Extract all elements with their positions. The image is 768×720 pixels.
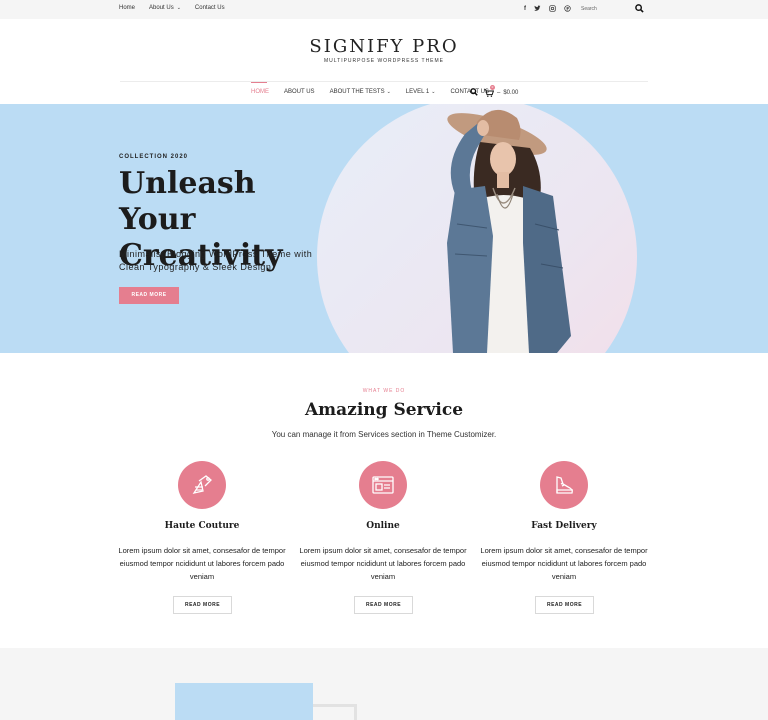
next-section-image-block	[175, 683, 313, 720]
shoe-icon	[556, 476, 573, 494]
hero-eyebrow: COLLECTION 2020	[119, 154, 189, 160]
cart-total: $0.00	[503, 90, 519, 96]
nav-active-indicator	[251, 82, 267, 83]
service-name: Online	[366, 521, 400, 531]
service-name: Haute Couture	[164, 521, 240, 531]
pinterest-icon[interactable]	[564, 5, 571, 15]
chevron-down-icon: ⌄	[431, 89, 436, 95]
chevron-down-icon: ⌄	[176, 5, 181, 11]
browser-window-icon	[372, 476, 394, 494]
nav-item-label: ABOUT US	[284, 89, 315, 95]
read-more-button[interactable]: READ MORE	[535, 596, 594, 614]
read-more-button[interactable]: READ MORE	[173, 596, 232, 614]
nav-item-label: LEVEL 1	[405, 89, 430, 95]
cart-icon	[484, 89, 494, 97]
nav-tools: 0 – $0.00	[470, 85, 519, 98]
instagram-icon[interactable]	[549, 5, 556, 15]
chevron-down-icon: ⌄	[386, 89, 391, 95]
services-eyebrow: WHAT WE DO	[362, 388, 406, 394]
next-section-frame	[313, 704, 357, 720]
hero-subtitle: Minimalist Blogging WordPress Theme with…	[119, 249, 313, 272]
nav-item-level-1[interactable]: LEVEL 1 ⌄	[406, 89, 436, 95]
top-links: Home About Us ⌄ Contact Us	[119, 5, 225, 11]
next-section	[0, 648, 768, 720]
service-description: Lorem ipsum dolor sit amet, consesafor d…	[480, 546, 648, 581]
nav-item-label: HOME	[251, 89, 269, 95]
search-icon[interactable]	[470, 88, 478, 98]
top-link-label: About Us	[149, 5, 174, 11]
nav-item-about-the-tests[interactable]: ABOUT THE TESTS ⌄	[330, 89, 391, 95]
top-link-home[interactable]: Home	[119, 5, 135, 11]
hero-model-image	[447, 109, 571, 353]
sewing-icon	[192, 475, 212, 494]
services-title: Amazing Service	[304, 400, 464, 420]
read-more-button[interactable]: READ MORE	[354, 596, 413, 614]
services-subtitle: You can manage it from Services section …	[271, 430, 497, 439]
site-logo[interactable]: SIGNIFY PRO	[0, 36, 768, 57]
hero-read-more-button[interactable]: READ MORE	[119, 287, 179, 304]
nav-item-about-us[interactable]: ABOUT US	[284, 89, 315, 95]
twitter-icon[interactable]	[534, 5, 541, 15]
facebook-icon[interactable]: f	[524, 5, 526, 15]
search-placeholder: Search	[581, 6, 597, 12]
top-bar: Home About Us ⌄ Contact Us f Search	[0, 0, 768, 19]
cart-separator: –	[497, 90, 501, 96]
cart-count-badge: 0	[490, 85, 495, 90]
hero-section: COLLECTION 2020 Unleash Your Creativity …	[0, 104, 768, 353]
top-link-about[interactable]: About Us ⌄	[149, 5, 181, 11]
service-icon-circle	[359, 461, 407, 509]
site-tagline: MULTIPURPOSE WORDPRESS THEME	[323, 58, 445, 64]
top-link-contact[interactable]: Contact Us	[195, 5, 225, 11]
search-input[interactable]: Search	[578, 4, 644, 15]
service-description: Lorem ipsum dolor sit amet, consesafor d…	[299, 546, 467, 581]
service-icon-circle	[178, 461, 226, 509]
social-links: f	[524, 5, 571, 15]
header-divider	[120, 81, 648, 82]
service-name: Fast Delivery	[531, 521, 597, 531]
nav-item-label: ABOUT THE TESTS	[329, 89, 385, 95]
search-icon[interactable]	[635, 4, 644, 15]
top-link-label: Home	[119, 5, 136, 11]
nav-item-home[interactable]: HOME	[251, 89, 269, 95]
main-nav: HOME ABOUT US ABOUT THE TESTS ⌄ LEVEL 1 ⌄ …	[251, 89, 489, 95]
service-icon-circle	[540, 461, 588, 509]
top-link-label: Contact Us	[194, 5, 225, 11]
service-description: Lorem ipsum dolor sit amet, consesafor d…	[118, 546, 286, 581]
cart-button[interactable]: 0 – $0.00	[484, 85, 519, 97]
